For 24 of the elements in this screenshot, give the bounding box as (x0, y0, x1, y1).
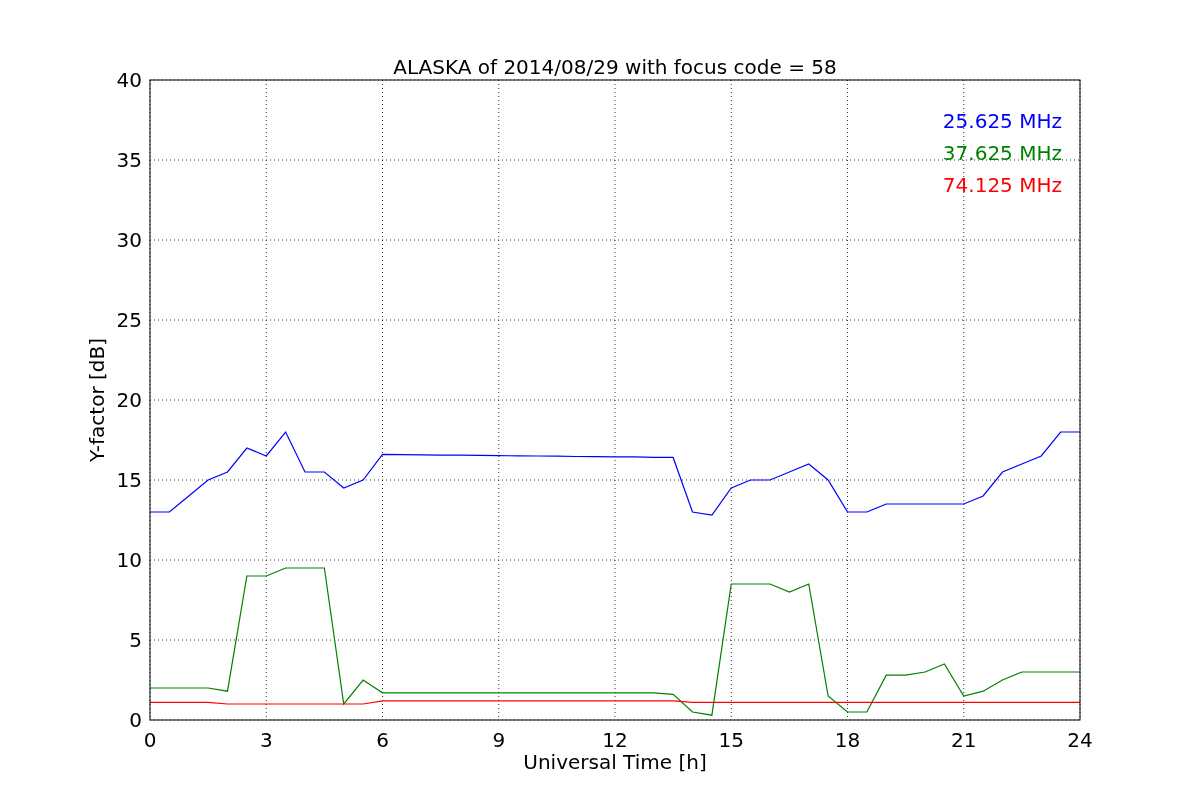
y-tick-label: 0 (129, 708, 142, 732)
legend-label: 37.625 MHz (942, 141, 1062, 165)
x-tick-label: 6 (376, 728, 389, 752)
x-tick-label: 9 (492, 728, 506, 752)
x-tick-label: 21 (951, 728, 977, 752)
y-tick-label: 15 (116, 468, 142, 492)
x-tick-label: 0 (143, 728, 157, 752)
y-tick-label: 40 (116, 68, 142, 92)
y-tick-label: 30 (116, 228, 142, 252)
x-tick-label: 15 (718, 728, 744, 752)
y-axis-label: Y-factor [dB] (85, 338, 109, 462)
y-tick-label: 35 (116, 148, 142, 172)
y-tick-label: 10 (116, 548, 142, 572)
x-axis-label: Universal Time [h] (523, 750, 707, 774)
x-tick-label: 24 (1067, 728, 1093, 752)
chart-title: ALASKA of 2014/08/29 with focus code = 58 (393, 55, 837, 79)
y-tick-label: 20 (116, 388, 142, 412)
x-tick-label: 3 (259, 728, 273, 752)
legend-label: 25.625 MHz (942, 109, 1062, 133)
y-tick-label: 25 (116, 308, 142, 332)
y-tick-label: 5 (129, 628, 142, 652)
x-tick-label: 12 (602, 728, 628, 752)
legend-label: 74.125 MHz (942, 173, 1062, 197)
x-tick-label: 18 (834, 728, 861, 752)
